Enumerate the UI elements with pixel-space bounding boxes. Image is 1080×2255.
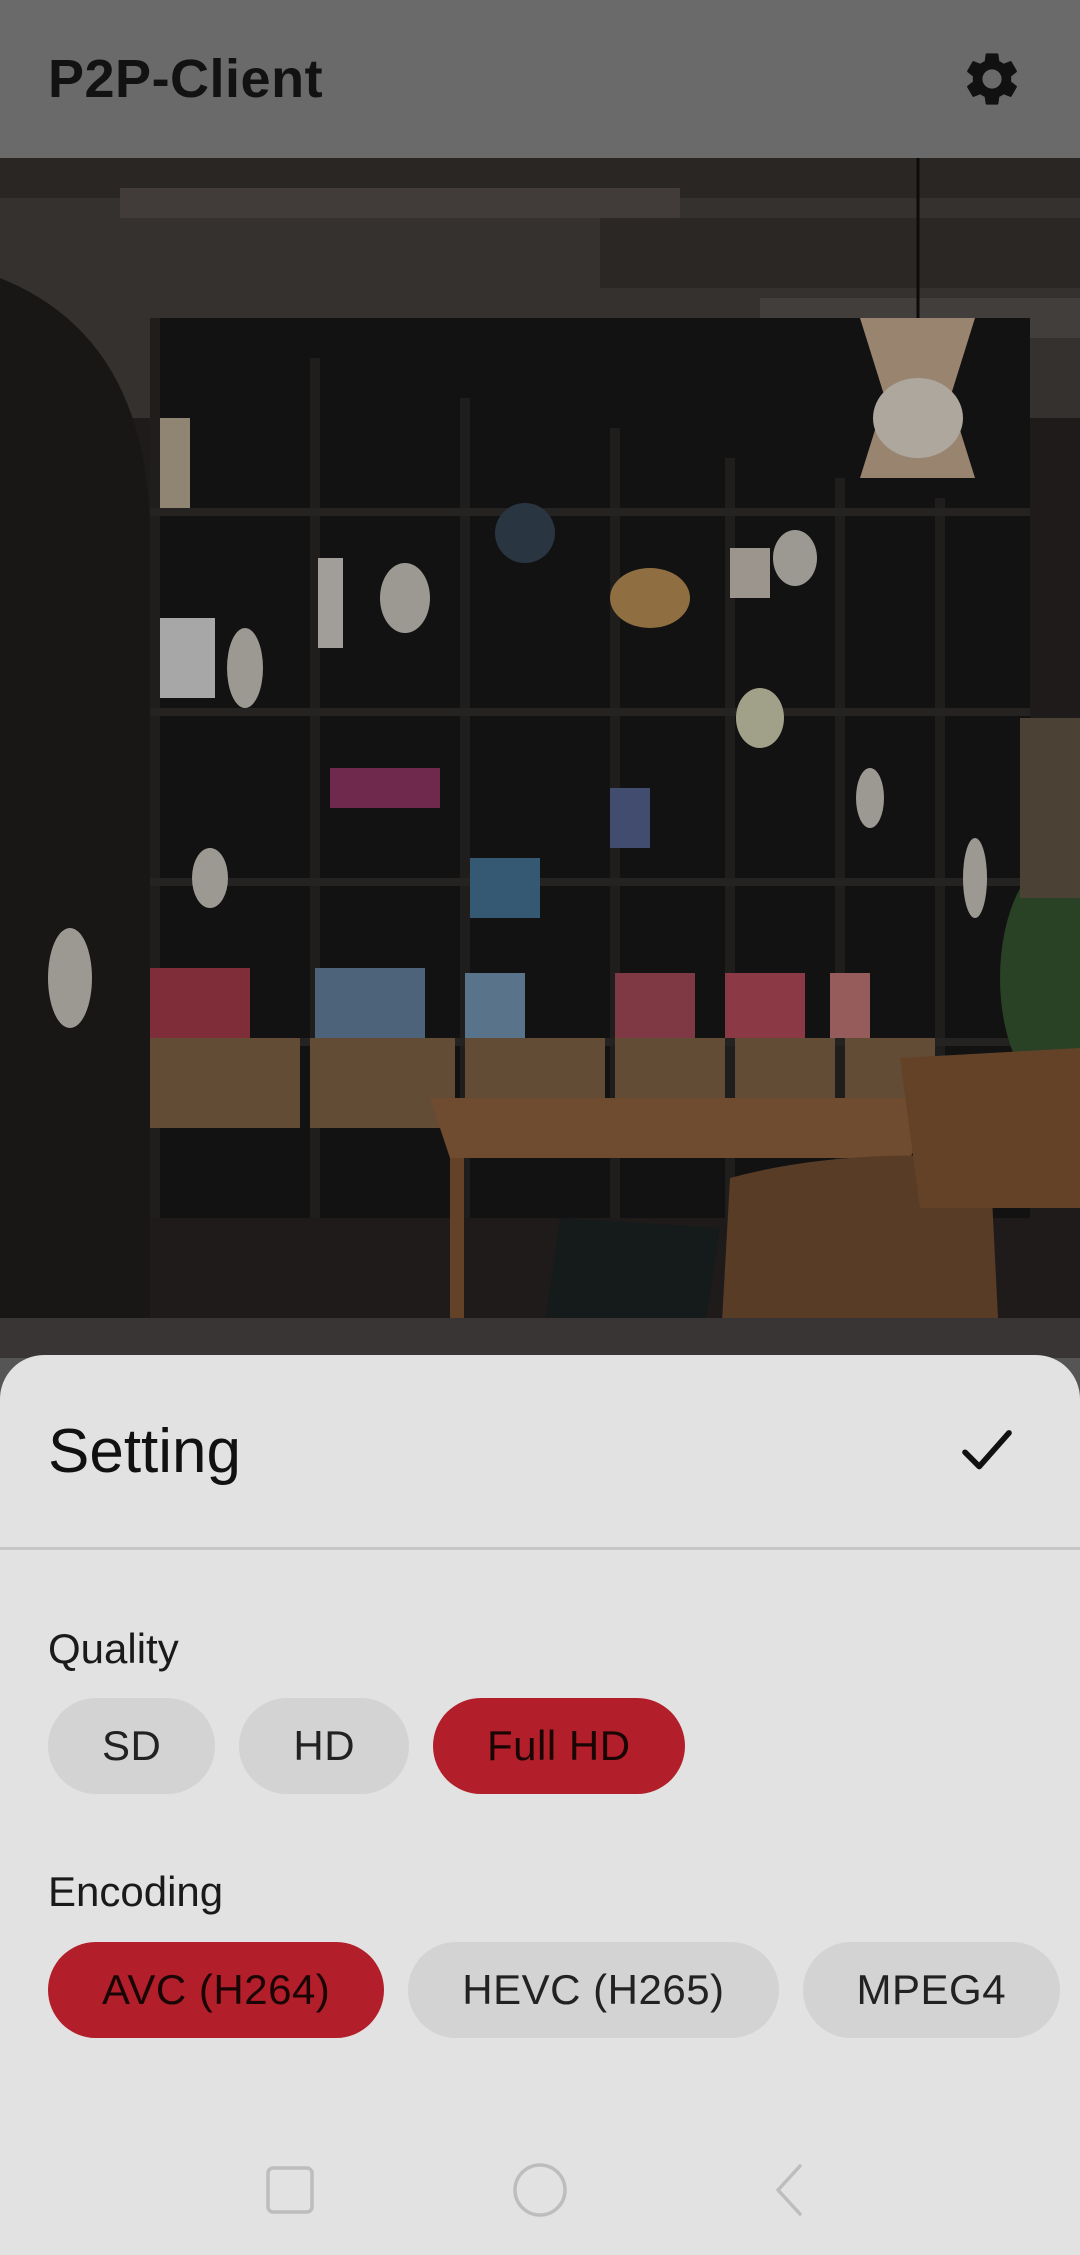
quality-label: Quality xyxy=(48,1625,179,1672)
square-icon xyxy=(266,2166,314,2214)
quality-chip-hd[interactable]: HD xyxy=(239,1698,410,1794)
circle-icon xyxy=(513,2163,567,2217)
sheet-header: Setting xyxy=(0,1355,1080,1550)
home-button[interactable] xyxy=(505,2155,575,2225)
encoding-chip-hevc[interactable]: HEVC (H265) xyxy=(408,1942,779,2038)
quality-options: SD HD Full HD xyxy=(48,1698,685,1794)
quality-chip-full-hd[interactable]: Full HD xyxy=(433,1698,685,1794)
settings-sheet: Setting Quality SD HD Full HD Encoding A… xyxy=(0,1355,1080,2255)
back-button[interactable] xyxy=(755,2155,825,2225)
system-nav-bar xyxy=(0,2125,1080,2255)
gear-icon xyxy=(967,53,1017,105)
encoding-chip-avc[interactable]: AVC (H264) xyxy=(48,1942,385,2038)
camera-feed[interactable] xyxy=(0,158,1080,1358)
encoding-options: AVC (H264) HEVC (H265) MPEG4 xyxy=(48,1942,1061,2038)
app-bar: P2P-Client xyxy=(0,0,1080,158)
confirm-button[interactable] xyxy=(942,1406,1032,1496)
settings-button[interactable] xyxy=(952,39,1032,119)
camera-dim-overlay xyxy=(0,158,1080,1358)
recents-button[interactable] xyxy=(255,2155,325,2225)
sheet-title: Setting xyxy=(48,1416,242,1486)
check-icon xyxy=(962,1430,1012,1470)
back-chevron-icon xyxy=(776,2164,802,2216)
encoding-chip-mpeg4[interactable]: MPEG4 xyxy=(802,1942,1061,2038)
app-title: P2P-Client xyxy=(48,49,324,109)
quality-chip-sd[interactable]: SD xyxy=(48,1698,216,1794)
encoding-label: Encoding xyxy=(48,1868,224,1915)
